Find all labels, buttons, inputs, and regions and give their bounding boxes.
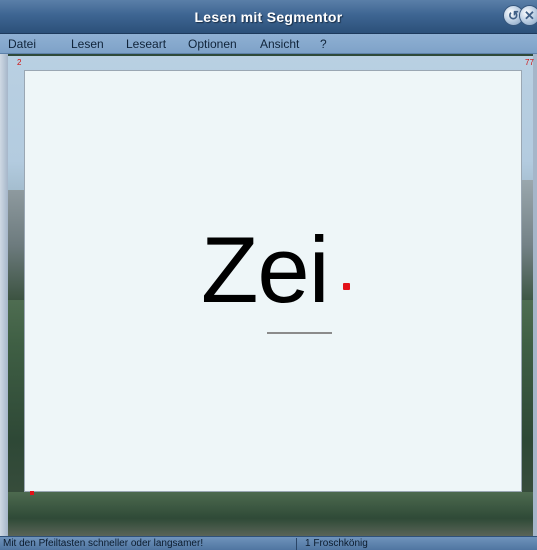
reading-panel[interactable]: Zei (24, 70, 522, 492)
close-icon: ✕ (524, 8, 535, 23)
menu-help[interactable]: ? (320, 37, 327, 51)
minimize-icon: ↺ (508, 8, 519, 23)
window-left-border (0, 34, 8, 550)
menu-datei[interactable]: Datei (8, 37, 36, 51)
background-mountain-right (520, 180, 534, 300)
status-bar: Mit den Pfeiltasten schneller oder langs… (0, 536, 537, 550)
segment-underline (267, 332, 332, 334)
app-window: Lesen mit Segmentor ↺ ✕ Datei Lesen Lese… (0, 0, 537, 550)
background-trees (8, 492, 533, 536)
close-button[interactable]: ✕ (519, 5, 537, 26)
current-word-segment: Zei (201, 217, 330, 322)
reading-cursor-dot (343, 283, 350, 290)
menu-leseart[interactable]: Leseart (126, 37, 166, 51)
window-right-border (533, 34, 537, 550)
window-title: Lesen mit Segmentor (194, 9, 343, 25)
status-separator (296, 538, 297, 550)
menu-bar: Datei Lesen Leseart Optionen Ansicht ? (0, 34, 537, 54)
title-bar[interactable]: Lesen mit Segmentor ↺ ✕ (0, 0, 537, 34)
menu-lesen[interactable]: Lesen (71, 37, 104, 51)
total-counter: 77 (525, 58, 534, 67)
menu-ansicht[interactable]: Ansicht (260, 37, 299, 51)
position-counter: 2 (17, 58, 22, 67)
status-current-story: 1 Froschkönig (305, 538, 368, 549)
menu-optionen[interactable]: Optionen (188, 37, 237, 51)
status-hint: Mit den Pfeiltasten schneller oder langs… (3, 538, 204, 549)
progress-marker (30, 491, 34, 495)
